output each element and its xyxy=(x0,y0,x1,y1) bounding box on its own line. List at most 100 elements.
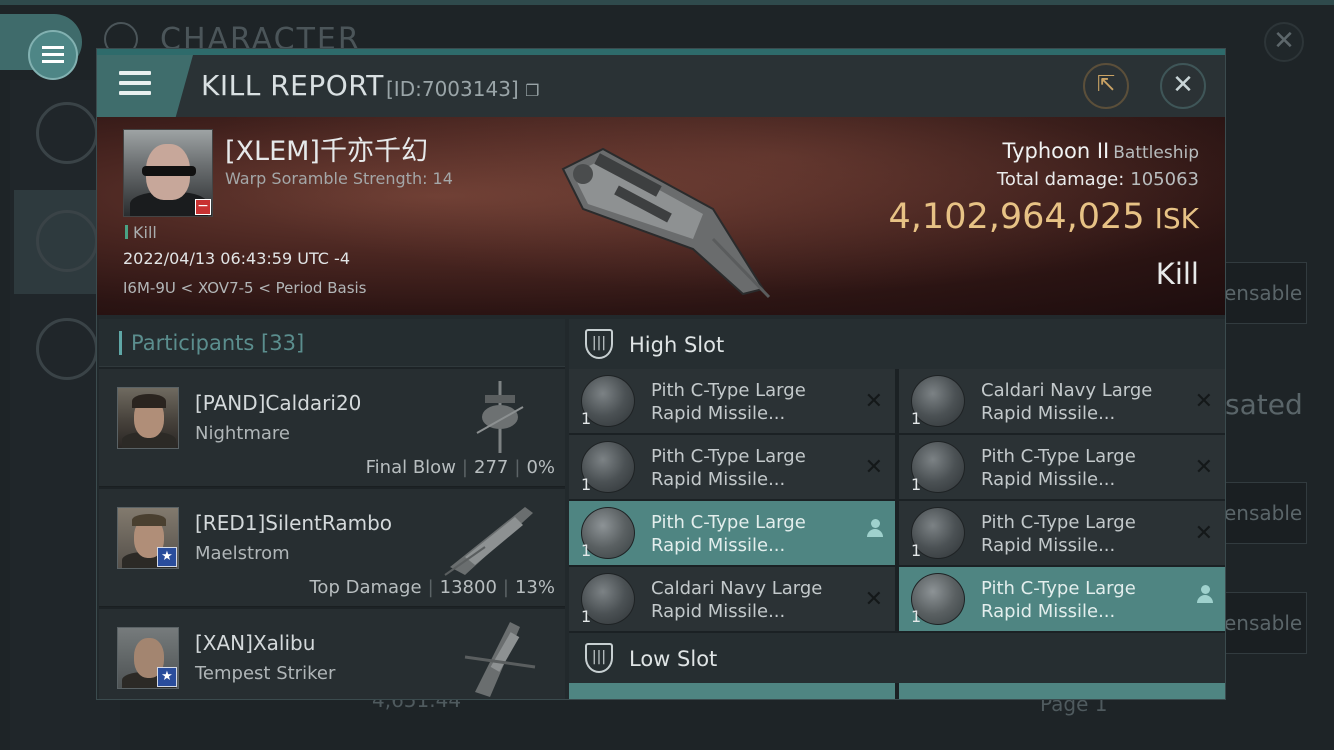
result-label: Kill xyxy=(1155,257,1199,291)
background-close-icon[interactable]: ✕ xyxy=(1264,22,1304,62)
main-menu-hamburger-icon[interactable] xyxy=(28,30,78,80)
participant-row[interactable]: ★ [XAN]Xalibu Tempest Striker xyxy=(99,609,565,699)
module-qty: 1 xyxy=(911,607,922,626)
participant-stats: Final Blow | 277 | 0% xyxy=(365,457,555,478)
background-right-label: ensable xyxy=(1215,592,1307,654)
background-right-label: ensable xyxy=(1215,482,1307,544)
main-menu-button[interactable] xyxy=(0,14,82,80)
nav-list-icon[interactable] xyxy=(36,102,98,164)
participant-stats: Top Damage | 13800 | 13% xyxy=(309,577,556,598)
share-icon: ⇱ xyxy=(1096,72,1116,97)
nav-star-icon[interactable] xyxy=(36,318,98,380)
victim-ship-name: Typhoon II xyxy=(1002,139,1110,163)
corp-star-icon: ★ xyxy=(157,667,177,687)
destroyed-x-icon: ✕ xyxy=(864,455,883,480)
module-name: Pith C-Type Large Rapid Missile... xyxy=(981,446,1136,490)
nav-swords-icon[interactable] xyxy=(36,210,98,272)
kill-id[interactable]: [ID:7003143] ❐ xyxy=(386,77,539,101)
module-item-partial[interactable] xyxy=(899,683,1225,699)
close-button[interactable]: ✕ xyxy=(1160,63,1206,109)
participant-name: [PAND]Caldari20 xyxy=(195,391,362,415)
kill-tag-label: Kill xyxy=(133,223,157,242)
module-qty: 1 xyxy=(581,541,592,560)
module-item[interactable]: 1 Pith C-Type Large Rapid Missile... ✕ xyxy=(899,501,1225,565)
destroyed-x-icon: ✕ xyxy=(864,587,883,612)
participant-ship-image xyxy=(476,381,524,453)
module-name: Pith C-Type Large Rapid Missile... xyxy=(651,446,806,490)
total-damage-value: 105063 xyxy=(1130,169,1199,190)
module-item[interactable]: 1 Pith C-Type Large Rapid Missile... ✕ xyxy=(899,435,1225,499)
hamburger-icon[interactable] xyxy=(119,71,151,99)
module-item[interactable]: 1 Pith C-Type Large Rapid Missile... xyxy=(899,567,1225,631)
kill-tag: Kill xyxy=(125,223,157,242)
kill-location[interactable]: I6M-9U < XOV7-5 < Period Basis xyxy=(123,279,367,297)
participants-panel: Participants [33] [PAND]Caldari20 Nightm… xyxy=(99,319,565,699)
participant-row[interactable]: ★ [RED1]SilentRambo Maelstrom Top Damage… xyxy=(99,489,565,607)
share-button[interactable]: ⇱ xyxy=(1083,63,1129,109)
high-slot-title: High Slot xyxy=(629,333,725,357)
isk-unit: ISK xyxy=(1154,202,1199,235)
participant-row[interactable]: [PAND]Caldari20 Nightmare Final Blow | 277… xyxy=(99,369,565,487)
module-qty: 1 xyxy=(581,607,592,626)
total-damage-label: Total damage: xyxy=(996,169,1125,190)
victim-ship[interactable]: Typhoon II Battleship xyxy=(1003,139,1199,163)
module-item-partial[interactable] xyxy=(569,683,895,699)
module-item[interactable]: 1 Pith C-Type Large Rapid Missile... xyxy=(569,501,895,565)
participant-ship: Nightmare xyxy=(195,423,291,444)
background-topbar xyxy=(0,0,1334,5)
background-right-text: sated xyxy=(1225,388,1303,421)
dropped-person-icon xyxy=(1197,585,1213,605)
participants-title: Participants [33] xyxy=(131,331,305,355)
kill-report-modal: KILL REPORT [ID:7003143] ❐ ⇱ ✕ − [XLEM]千… xyxy=(96,48,1226,700)
participants-count: [33] xyxy=(261,331,305,355)
destroyed-x-icon: ✕ xyxy=(864,389,883,414)
participant-ship: Tempest Striker xyxy=(195,663,336,684)
modal-header: KILL REPORT [ID:7003143] ❐ ⇱ ✕ xyxy=(97,55,1225,117)
victim-banner: − [XLEM]千亦千幻 Warp Soramble Strength: 14 … xyxy=(97,117,1225,315)
kill-date: 2022/04/13 06:43:59 UTC -4 xyxy=(123,249,351,268)
fitting-panel: ||| High Slot 1 Pith C-Type Large Rapid M… xyxy=(569,319,1225,699)
victim-subtitle: Warp Soramble Strength: 14 xyxy=(225,169,453,188)
background-right-label: ensable xyxy=(1215,262,1307,324)
copy-icon[interactable]: ❐ xyxy=(525,81,539,100)
victim-name[interactable]: [XLEM]千亦千幻 xyxy=(225,129,428,168)
module-qty: 1 xyxy=(911,409,922,428)
kill-id-text: [ID:7003143] xyxy=(386,77,519,101)
high-slot-header: ||| High Slot xyxy=(569,319,1225,369)
low-slot-header: ||| Low Slot xyxy=(569,633,1225,683)
participant-ship: Maelstrom xyxy=(195,543,290,564)
isk-value: 4,102,964,025 ISK xyxy=(889,197,1199,237)
dropped-person-icon xyxy=(867,519,883,539)
kill-tag-bar xyxy=(125,225,128,239)
participants-header: Participants [33] xyxy=(99,319,565,367)
module-item[interactable]: 1 Caldari Navy Large Rapid Missile... ✕ xyxy=(899,369,1225,433)
module-qty: 1 xyxy=(911,475,922,494)
module-name: Caldari Navy Large Rapid Missile... xyxy=(981,380,1153,424)
low-slot-title: Low Slot xyxy=(629,647,718,671)
module-item[interactable]: 1 Pith C-Type Large Rapid Missile... ✕ xyxy=(569,435,895,499)
module-name: Pith C-Type Large Rapid Missile... xyxy=(651,380,806,424)
module-name: Caldari Navy Large Rapid Missile... xyxy=(651,578,823,622)
destroyed-x-icon: ✕ xyxy=(1194,521,1213,546)
participant-name: [XAN]Xalibu xyxy=(195,631,316,655)
module-name: Pith C-Type Large Rapid Missile... xyxy=(981,578,1136,622)
module-item[interactable]: 1 Caldari Navy Large Rapid Missile... ✕ xyxy=(569,567,895,631)
corp-star-icon: ★ xyxy=(157,547,177,567)
shield-slot-icon: ||| xyxy=(585,643,613,673)
module-name: Pith C-Type Large Rapid Missile... xyxy=(651,512,806,556)
module-qty: 1 xyxy=(581,475,592,494)
victim-ship-class: Battleship xyxy=(1113,143,1199,163)
participant-ship-image xyxy=(464,622,536,697)
modal-title: KILL REPORT xyxy=(201,69,384,102)
victim-ship-image[interactable] xyxy=(543,129,773,299)
destroyed-x-icon: ✕ xyxy=(1194,389,1213,414)
module-name: Pith C-Type Large Rapid Missile... xyxy=(981,512,1136,556)
close-icon: ✕ xyxy=(1172,70,1194,100)
hostile-badge-icon: − xyxy=(195,199,211,215)
participant-avatar[interactable] xyxy=(117,387,179,449)
module-item[interactable]: 1 Pith C-Type Large Rapid Missile... ✕ xyxy=(569,369,895,433)
isk-amount: 4,102,964,025 xyxy=(888,197,1145,237)
module-qty: 1 xyxy=(911,541,922,560)
participant-name: [RED1]SilentRambo xyxy=(195,511,393,535)
shield-slot-icon: ||| xyxy=(585,329,613,359)
